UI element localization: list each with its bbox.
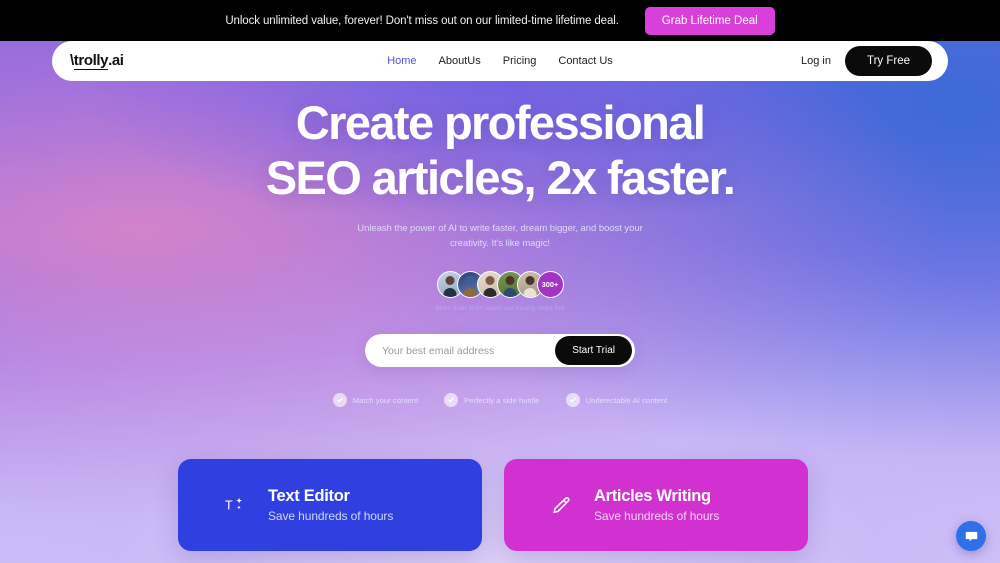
hero-subtitle: Unleash the power of AI to write faster,…	[357, 223, 643, 249]
feature-check-list: Match your content Perfectly a side hust…	[0, 393, 1000, 408]
card-title: Articles Writing	[594, 487, 711, 505]
navbar-wrapper: \ trolly .ai Home AboutUs Pricing Contact …	[52, 41, 948, 81]
card-title: Text Editor	[268, 487, 350, 505]
card-text-editor[interactable]: T Text Editor Save hundreds of hours	[178, 459, 482, 551]
page-root: Unlock unlimited value, forever! Don't m…	[0, 0, 1000, 563]
user-count-badge: 300+	[536, 271, 564, 299]
feature-item: Perfectly a side hustle	[444, 393, 540, 408]
nav-link-pricing[interactable]: Pricing	[503, 55, 537, 67]
feature-cards: T Text Editor Save hundreds of hours Art…	[178, 459, 808, 551]
announcement-text: Unlock unlimited value, forever! Don't m…	[225, 14, 619, 27]
login-link[interactable]: Log in	[801, 55, 831, 67]
try-free-button[interactable]: Try Free	[844, 46, 932, 76]
nav-link-home[interactable]: Home	[387, 55, 416, 67]
check-icon	[444, 393, 459, 408]
feature-label: Undetectable AI content	[585, 395, 668, 405]
check-icon	[332, 393, 347, 408]
page-title: Create professional SEO articles, 2x fas…	[0, 99, 1000, 201]
brand-logo[interactable]: \ trolly .ai	[70, 52, 124, 70]
feature-item: Match your content	[332, 393, 419, 408]
headline-line-2: SEO articles, 2x faster.	[265, 151, 736, 204]
logo-suffix: .ai	[108, 52, 124, 69]
card-subtitle: Save hundreds of hours	[268, 509, 394, 523]
email-input[interactable]	[365, 344, 556, 357]
feature-label: Match your content	[352, 395, 419, 405]
text-sparkle-icon: T	[222, 492, 248, 518]
card-subtitle: Save hundreds of hours	[594, 509, 720, 523]
svg-text:T: T	[225, 498, 233, 513]
check-icon	[565, 393, 580, 408]
grab-lifetime-deal-button[interactable]: Grab Lifetime Deal	[644, 6, 775, 35]
chat-widget-button[interactable]	[956, 521, 986, 551]
social-proof-caption: More than 300+ users are having more fun	[435, 305, 565, 313]
navbar: \ trolly .ai Home AboutUs Pricing Contact …	[52, 41, 948, 81]
card-text-block: Articles Writing Save hundreds of hours	[594, 487, 719, 523]
nav-link-aboutus[interactable]: AboutUs	[439, 55, 481, 67]
feature-item: Undetectable AI content	[565, 393, 668, 408]
feature-label: Perfectly a side hustle	[464, 395, 540, 405]
start-trial-button[interactable]: Start Trial	[555, 336, 632, 366]
headline-line-1: Create professional	[295, 96, 706, 149]
avatar-group: 300+	[0, 271, 1000, 299]
hero-section: Create professional SEO articles, 2x fas…	[0, 41, 1000, 408]
nav-actions: Log in Try Free	[801, 46, 932, 76]
pencil-icon	[548, 492, 574, 518]
nav-link-contact-us[interactable]: Contact Us	[558, 55, 612, 67]
chat-bubble-icon	[965, 531, 977, 541]
card-articles-writing[interactable]: Articles Writing Save hundreds of hours	[504, 459, 808, 551]
card-text-block: Text Editor Save hundreds of hours	[268, 487, 393, 523]
logo-text: trolly	[73, 52, 109, 70]
announcement-bar: Unlock unlimited value, forever! Don't m…	[0, 0, 1000, 41]
email-signup-form: Start Trial	[365, 334, 635, 368]
